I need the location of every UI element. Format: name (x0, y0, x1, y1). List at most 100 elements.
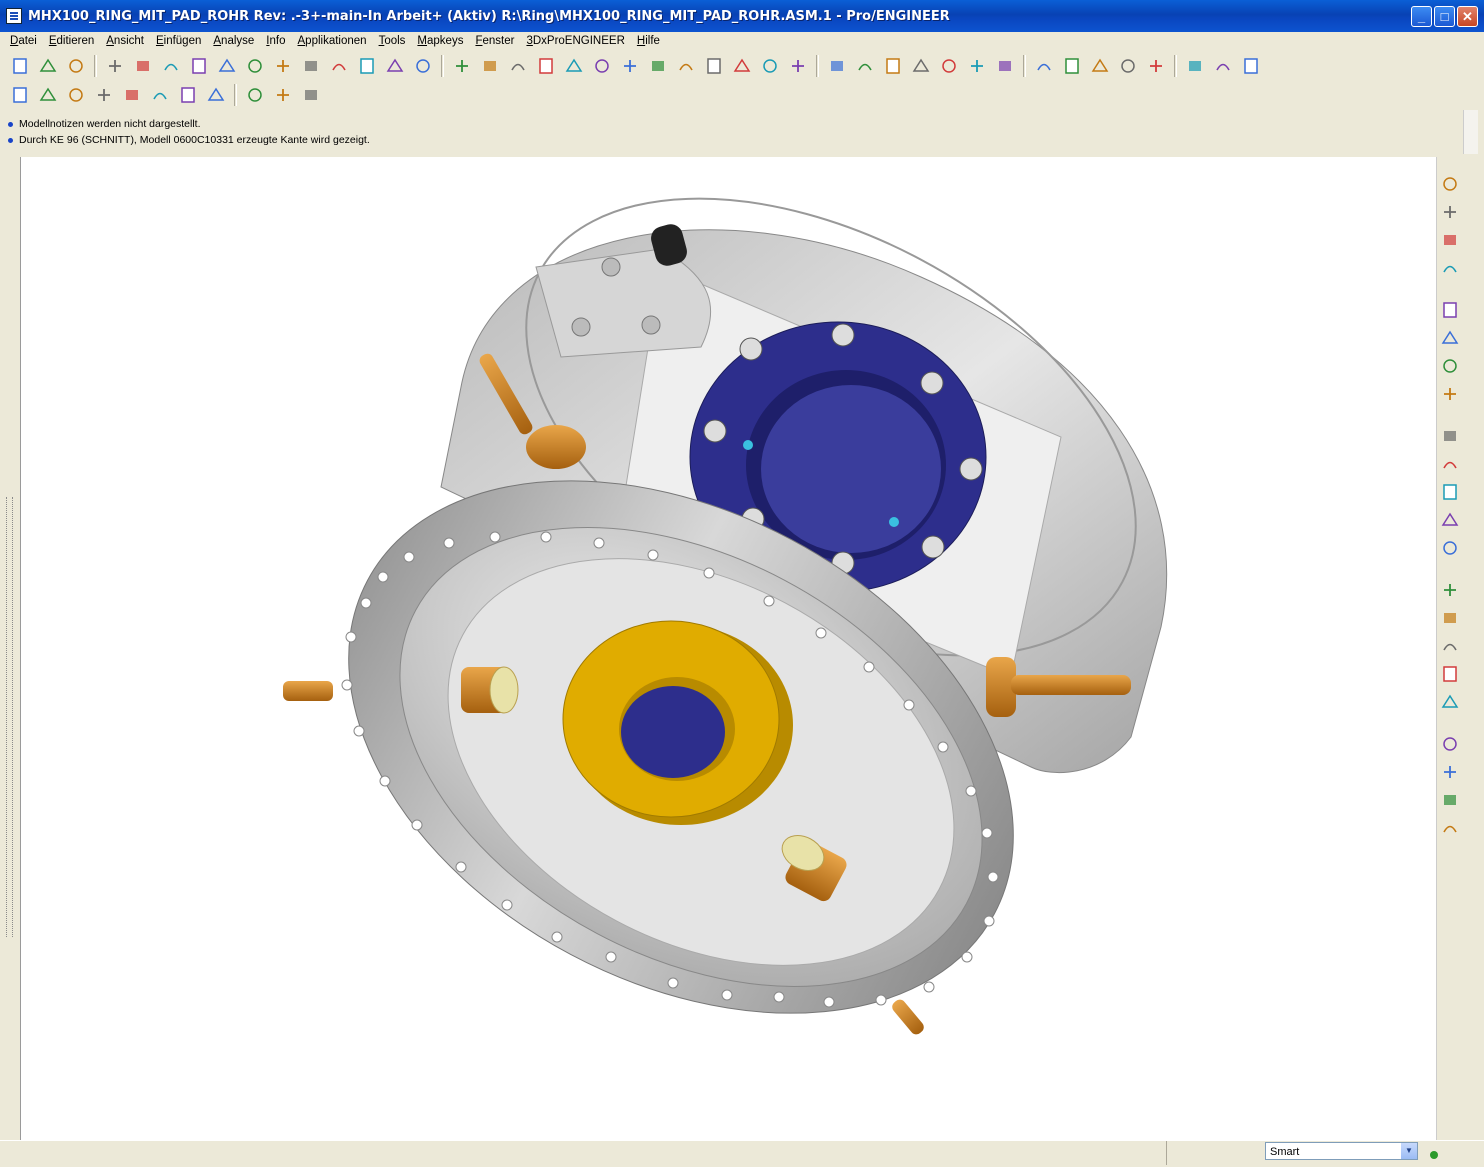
tree-icon[interactable] (563, 55, 585, 77)
shaded-icon[interactable] (994, 55, 1016, 77)
redo-icon[interactable] (188, 55, 210, 77)
shading-icon[interactable] (826, 55, 848, 77)
view-manager-icon[interactable] (787, 55, 809, 77)
refit-icon[interactable] (591, 55, 613, 77)
pie-icon[interactable] (205, 84, 227, 106)
selection-filter-select[interactable]: Smart ▼ (1265, 1142, 1418, 1160)
zoom-fit-icon[interactable] (675, 55, 697, 77)
shell-icon[interactable] (1439, 761, 1461, 783)
undo-icon[interactable] (160, 55, 182, 77)
spec-icon[interactable] (1145, 55, 1167, 77)
menu-hilfe[interactable]: Hilfe (631, 32, 666, 50)
info-bullet-icon (8, 121, 13, 127)
mirror-icon[interactable] (1439, 173, 1461, 195)
coord-sys-icon[interactable] (1117, 55, 1139, 77)
sweep-icon[interactable] (1439, 607, 1461, 629)
clipboard-icon[interactable] (121, 84, 143, 106)
orient-icon[interactable] (759, 55, 781, 77)
cad-model-view[interactable] (21, 157, 1436, 1140)
sketch-curve-icon[interactable] (1439, 481, 1461, 503)
context-help-icon[interactable] (1240, 55, 1262, 77)
open-icon[interactable] (37, 55, 59, 77)
point-icon[interactable] (1439, 355, 1461, 377)
mass-icon[interactable] (93, 84, 115, 106)
minimize-button[interactable]: _ (1411, 6, 1432, 27)
curve-active-icon[interactable] (244, 84, 266, 106)
zoom-out-icon[interactable] (647, 55, 669, 77)
monitor-icon[interactable] (300, 84, 322, 106)
dropdown-icon[interactable] (854, 55, 876, 77)
menu-info[interactable]: Info (260, 32, 291, 50)
draft-icon[interactable] (1439, 817, 1461, 839)
datum-axis-icon[interactable] (1061, 55, 1083, 77)
save-icon[interactable] (65, 55, 87, 77)
dropdown-icon[interactable] (412, 55, 434, 77)
menu-einfuegen[interactable]: Einfügen (150, 32, 207, 50)
zoom-in-icon[interactable] (619, 55, 641, 77)
menu-datei[interactable]: Datei (4, 32, 43, 50)
datum-plane-icon[interactable] (1033, 55, 1055, 77)
menu-editieren[interactable]: Editieren (43, 32, 100, 50)
hole-icon[interactable] (1439, 733, 1461, 755)
revolve-icon[interactable] (1439, 579, 1461, 601)
hidden-line-icon[interactable] (938, 55, 960, 77)
layer-icon[interactable] (328, 55, 350, 77)
menu-tools[interactable]: Tools (373, 32, 412, 50)
wireframe-icon[interactable] (910, 55, 932, 77)
window-close-icon[interactable] (1212, 55, 1234, 77)
message-scrollbar[interactable] (1463, 110, 1478, 154)
chamfer-icon[interactable] (1439, 691, 1461, 713)
menu-ansicht[interactable]: Ansicht (100, 32, 150, 50)
no-hidden-icon[interactable] (966, 55, 988, 77)
spin-center-icon[interactable] (479, 55, 501, 77)
chevron-down-icon[interactable]: ▼ (1401, 1143, 1417, 1159)
measure-icon[interactable] (65, 84, 87, 106)
app-icon[interactable] (6, 8, 22, 24)
paste-icon[interactable] (244, 55, 266, 77)
sketch-icon[interactable] (37, 84, 59, 106)
pattern-icon[interactable] (1439, 257, 1461, 279)
table-icon[interactable] (177, 84, 199, 106)
round-icon[interactable] (1439, 663, 1461, 685)
csys-icon[interactable] (1439, 509, 1461, 531)
datum-point-icon[interactable] (1089, 55, 1111, 77)
curve-icon[interactable] (1439, 327, 1461, 349)
model-tree-icon[interactable] (300, 55, 322, 77)
copy-feature-icon[interactable] (1439, 229, 1461, 251)
toolbar-separator (441, 55, 444, 77)
menu-analyse[interactable]: Analyse (207, 32, 260, 50)
filter-icon[interactable] (149, 84, 171, 106)
menu-fenster[interactable]: Fenster (469, 32, 520, 50)
edit-icon[interactable] (132, 55, 154, 77)
extrude-icon[interactable] (1439, 537, 1461, 559)
saved-views-icon[interactable] (731, 55, 753, 77)
reorient-icon[interactable] (703, 55, 725, 77)
blend-icon[interactable] (1439, 635, 1461, 657)
select-box-icon[interactable] (384, 55, 406, 77)
paste-special-icon[interactable] (272, 55, 294, 77)
note-icon[interactable] (1439, 299, 1461, 321)
new-icon[interactable] (9, 55, 31, 77)
graphics-window[interactable] (20, 157, 1436, 1140)
layers-icon[interactable] (507, 55, 529, 77)
menu-applikationen[interactable]: Applikationen (292, 32, 373, 50)
plane-icon[interactable] (1439, 425, 1461, 447)
axis-icon[interactable] (1439, 453, 1461, 475)
rotate-copy-icon[interactable] (1439, 201, 1461, 223)
datum-display-icon[interactable] (9, 84, 31, 106)
menu-3dxproengineer[interactable]: 3DxProENGINEER (520, 32, 630, 50)
link-icon[interactable] (272, 84, 294, 106)
regenerate-icon[interactable] (104, 55, 126, 77)
views-icon[interactable] (535, 55, 557, 77)
copy-icon[interactable] (216, 55, 238, 77)
find-icon[interactable] (356, 55, 378, 77)
close-button[interactable]: ✕ (1457, 6, 1478, 27)
window-activate-icon[interactable] (1184, 55, 1206, 77)
datum-tag-icon[interactable] (1439, 383, 1461, 405)
datum-icon[interactable] (451, 55, 473, 77)
menu-mapkeys[interactable]: Mapkeys (411, 32, 469, 50)
rib-icon[interactable] (1439, 789, 1461, 811)
left-sash[interactable] (0, 157, 20, 1140)
maximize-button[interactable]: □ (1434, 6, 1455, 27)
color-icon[interactable] (882, 55, 904, 77)
